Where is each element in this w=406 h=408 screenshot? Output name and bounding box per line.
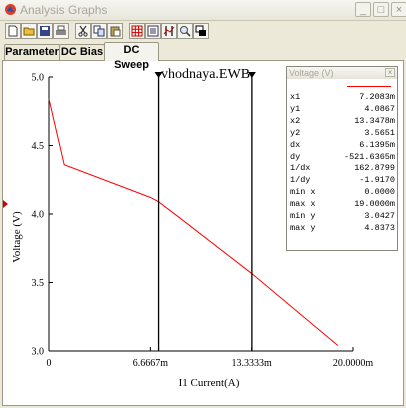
scissors-icon	[78, 25, 88, 37]
legend-series-swatch	[347, 86, 391, 87]
copy-button[interactable]	[91, 23, 107, 39]
legend-value: 162.8799	[354, 163, 395, 174]
close-button[interactable]: ×	[391, 2, 406, 17]
legend-value: 4.0867	[364, 103, 395, 114]
legend-key: x1	[290, 92, 301, 102]
legend-row: x1 7.2083m	[290, 92, 395, 104]
legend-key: 1/dx	[290, 163, 311, 174]
legend-values: x1 7.2083m y1 4.0867 x2 13.3478m y2 3.5651 dx 6.1…	[290, 92, 395, 235]
legend-key: 1/dy	[290, 175, 311, 186]
tab-bar: Parameter DC Bias DC Sweep	[2, 42, 404, 71]
cursor-layer[interactable]	[154, 72, 256, 351]
app-icon	[5, 4, 16, 15]
tab-dc-bias[interactable]: DC Bias	[59, 44, 105, 60]
grid-icon	[131, 25, 143, 37]
legend-window[interactable]: Voltage (V) × x1 7.2083m y1 4.0867 x2 13.3478…	[286, 66, 398, 251]
legend-close-button[interactable]: ×	[385, 68, 395, 77]
printer-icon	[56, 25, 66, 35]
legend-key: max y	[290, 222, 316, 233]
maximize-button[interactable]: □	[373, 2, 389, 17]
legend-value: -521.6365m	[343, 151, 395, 162]
save-icon	[40, 26, 50, 36]
legend-value: 4.8373	[364, 222, 395, 233]
legend-key: min y	[290, 211, 316, 222]
graph-panel: 3.0 3.5 4.0 4.5 5.0 0 6.6667m 13.3333m 20.0000m …	[2, 60, 404, 406]
legend-value: 19.0000m	[354, 199, 395, 210]
copy-icon	[93, 25, 105, 37]
legend-row: min y 3.0427	[290, 211, 395, 223]
legend-key: y2	[290, 127, 301, 138]
tab-parameter[interactable]: Parameter	[4, 44, 60, 60]
legend-title: Voltage (V)	[287, 67, 397, 79]
x-tick-label: 0	[47, 358, 52, 369]
y-tick-label: 3.0	[32, 347, 45, 358]
legend-key: min x	[290, 187, 316, 198]
cursors-button[interactable]	[161, 23, 177, 39]
legend-value: -1.9170	[359, 175, 395, 186]
legend-icon	[147, 25, 159, 37]
paste-icon	[110, 26, 121, 37]
y-axis-label: Voltage (V)	[11, 211, 23, 263]
x-tick-label: 20.0000m	[333, 358, 374, 369]
minimize-button[interactable]: _	[355, 2, 371, 17]
legend-value: 7.2083m	[359, 92, 395, 102]
magnifier-icon	[180, 26, 191, 37]
title-bar: Analysis Graphs _ □ ×	[0, 0, 406, 21]
y-tick-label: 5.0	[32, 73, 45, 84]
legend-row: x2 13.3478m	[290, 116, 395, 128]
print-button[interactable]	[53, 23, 69, 39]
chart-title: vhodnaya.EWB	[161, 67, 251, 82]
window-title: Analysis Graphs	[20, 3, 108, 17]
legend-key: dx	[290, 139, 301, 150]
windows-icon	[195, 25, 206, 36]
legend-value: 3.0427	[364, 211, 395, 222]
legend-row: y2 3.5651	[290, 128, 395, 140]
save-button[interactable]	[37, 23, 53, 39]
view-button[interactable]	[193, 23, 209, 39]
open-folder-icon	[23, 27, 35, 36]
tab-dc-sweep[interactable]: DC Sweep	[104, 42, 159, 71]
x-tick-label: 13.3333m	[232, 358, 273, 369]
legend-value: 13.3478m	[354, 115, 395, 126]
new-button[interactable]	[5, 23, 21, 39]
legend-row: 1/dy -1.9170	[290, 175, 395, 187]
toolbar	[0, 21, 406, 41]
side-marker-icon	[3, 200, 8, 208]
legend-key: dy	[290, 151, 301, 162]
legend-row: max x 19.0000m	[290, 199, 395, 211]
legend-key: y1	[290, 103, 301, 114]
legend-row: y1 4.0867	[290, 104, 395, 116]
new-file-icon	[8, 25, 18, 37]
paste-button[interactable]	[107, 23, 123, 39]
cut-button[interactable]	[75, 23, 91, 39]
legend-key: x2	[290, 115, 301, 126]
y-tick-label: 3.5	[32, 278, 45, 289]
legend-value: 3.5651	[364, 127, 395, 138]
legend-row: dx 6.1395m	[290, 140, 395, 152]
legend-key: max x	[290, 199, 316, 210]
cursor-lines-icon	[163, 26, 175, 36]
legend-row: max y 4.8373	[290, 223, 395, 235]
x-tick-label: 6.6667m	[133, 358, 169, 369]
legend-button[interactable]	[145, 23, 161, 39]
x-axis-label: I1 Current(A)	[179, 377, 240, 389]
zoom-button[interactable]	[177, 23, 193, 39]
y-tick-label: 4.0	[32, 210, 45, 221]
grid-button[interactable]	[129, 23, 145, 39]
legend-value: 0.0000	[364, 187, 395, 198]
legend-row: min x 0.0000	[290, 187, 395, 199]
legend-value: 6.1395m	[359, 139, 395, 150]
legend-row: dy -521.6365m	[290, 152, 395, 164]
legend-row: 1/dx 162.8799	[290, 163, 395, 175]
y-tick-label: 4.5	[32, 141, 45, 152]
open-button[interactable]	[21, 23, 37, 39]
